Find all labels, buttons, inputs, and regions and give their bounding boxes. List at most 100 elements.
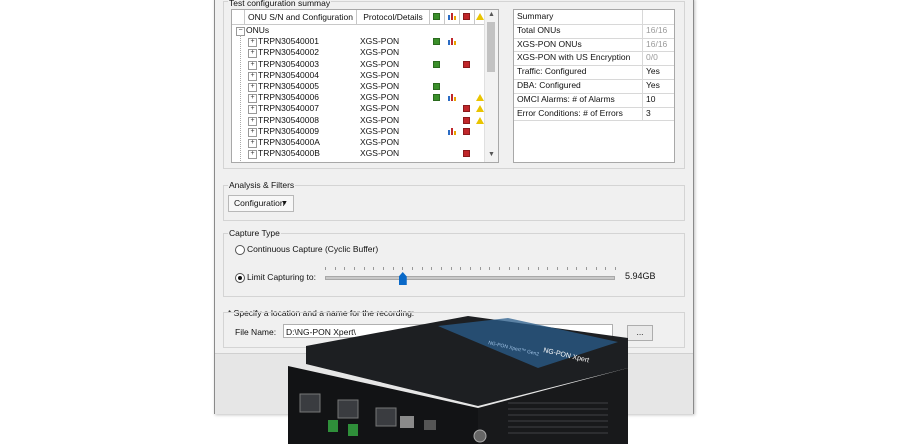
- table-row[interactable]: + TRPN30540007 XGS-PON: [232, 103, 484, 115]
- alarm-icon: [463, 150, 470, 158]
- browse-button[interactable]: ...: [627, 325, 653, 341]
- config-ok-icon: [433, 94, 440, 102]
- table-row[interactable]: + TRPN3054000B XGS-PON: [232, 148, 482, 160]
- analysis-dropdown[interactable]: Configuration ▼: [228, 195, 294, 212]
- onu-protocol: XGS-PON: [360, 36, 400, 47]
- table-row[interactable]: + TRPN30540006 XGS-PON: [232, 92, 484, 104]
- onu-protocol: XGS-PON: [360, 69, 400, 80]
- summary-row: Traffic: Configured Yes: [514, 65, 674, 80]
- table-row[interactable]: + TRPN30540009 XGS-PON: [232, 126, 482, 137]
- config-ok-icon: [433, 60, 440, 68]
- scrollbar-thumb[interactable]: [487, 22, 495, 72]
- col-header-onu[interactable]: ONU S/N and Configuration: [245, 10, 357, 25]
- col-header-protocol[interactable]: Protocol/Details: [357, 10, 430, 25]
- limit-capture-radio[interactable]: [235, 273, 245, 283]
- traffic-icon: [448, 127, 456, 135]
- col-header-alarm-icon[interactable]: [460, 10, 475, 25]
- expand-icon[interactable]: +: [248, 83, 257, 92]
- expand-icon[interactable]: +: [248, 116, 257, 126]
- summary-row: Total ONUs 16/16: [514, 23, 674, 39]
- summary-key: XGS-PON with US Encryption: [517, 52, 631, 63]
- onu-serial: TRPN30540005: [258, 81, 319, 91]
- onu-serial: TRPN30540004: [258, 69, 319, 80]
- config-group-title: Test configuration summay: [228, 0, 332, 8]
- table-scrollbar[interactable]: ▲ ▼: [484, 10, 498, 162]
- config-ok-icon: [433, 38, 440, 46]
- summary-row: XGS-PON ONUs 16/16: [514, 37, 674, 53]
- expand-icon[interactable]: +: [248, 60, 257, 70]
- sfp-port-1: [299, 393, 321, 413]
- table-row[interactable]: + TRPN30540004 XGS-PON: [232, 70, 482, 81]
- limit-capture-label[interactable]: Limit Capturing to:: [247, 272, 316, 282]
- scroll-up-icon[interactable]: ▲: [488, 11, 495, 18]
- summary-value: 16/16: [642, 37, 674, 52]
- table-row[interactable]: + TRPN30540005 XGS-PON: [232, 81, 482, 92]
- expand-icon[interactable]: +: [248, 49, 257, 59]
- alarm-icon: [463, 105, 470, 113]
- summary-value: 0/0: [642, 51, 674, 66]
- onu-protocol: XGS-PON: [360, 81, 400, 91]
- expand-icon[interactable]: +: [248, 94, 257, 104]
- summary-value: Yes: [642, 79, 674, 93]
- onu-protocol: XGS-PON: [360, 103, 400, 114]
- onu-protocol: XGS-PON: [360, 114, 400, 125]
- scroll-down-icon[interactable]: ▼: [488, 151, 495, 158]
- usb-port: [424, 420, 436, 430]
- summary-key: Total ONUs: [517, 24, 561, 35]
- col-header-traffic-icon[interactable]: [445, 10, 460, 25]
- summary-key: Error Conditions: # of Errors: [517, 107, 623, 118]
- optical-connector-2: [348, 424, 358, 436]
- expand-icon[interactable]: +: [248, 139, 257, 148]
- config-icon: [433, 13, 440, 20]
- summary-table: Summary Total ONUs 16/16 XGS-PON ONUs 16/16…: [513, 9, 675, 163]
- table-row[interactable]: + TRPN3054000A XGS-PON: [232, 137, 482, 148]
- onu-protocol: XGS-PON: [360, 125, 400, 136]
- onu-serial: TRPN30540001: [258, 36, 319, 47]
- col-header-config-icon[interactable]: [430, 10, 445, 25]
- slider-ticks: [325, 267, 616, 270]
- summary-row: XGS-PON with US Encryption 0/0: [514, 51, 674, 67]
- table-row[interactable]: + TRPN30540001 XGS-PON: [232, 36, 482, 48]
- expand-icon[interactable]: +: [248, 105, 257, 115]
- capture-size-slider[interactable]: [325, 276, 615, 280]
- analysis-dropdown-value: Configuration: [234, 198, 285, 208]
- expand-icon[interactable]: +: [248, 127, 257, 137]
- capture-size-value: 5.94GB: [625, 271, 656, 281]
- capture-group-title: Capture Type: [228, 228, 281, 238]
- tree-root-label[interactable]: ONUs: [246, 25, 269, 36]
- ethernet-port: [400, 416, 414, 428]
- table-row[interactable]: + TRPN30540003 XGS-PON: [232, 59, 482, 70]
- sfp-port-2: [337, 399, 359, 419]
- summary-row: Error Conditions: # of Errors 3: [514, 106, 674, 122]
- table-row[interactable]: + TRPN30540008 XGS-PON: [232, 114, 484, 126]
- alarm-icon: [463, 13, 470, 20]
- onu-serial: TRPN30540006: [258, 92, 319, 103]
- onu-table[interactable]: ONU S/N and Configuration Protocol/Detai…: [231, 9, 499, 163]
- continuous-capture-radio[interactable]: [235, 245, 245, 255]
- alarm-icon: [463, 116, 470, 124]
- summary-value: 16/16: [642, 23, 674, 38]
- file-name-label: File Name:: [235, 327, 277, 337]
- onu-serial: TRPN30540007: [258, 103, 319, 114]
- summary-header: Summary: [514, 10, 674, 25]
- summary-row: DBA: Configured Yes: [514, 79, 674, 94]
- onu-serial: TRPN30540002: [258, 47, 319, 58]
- expand-icon[interactable]: +: [248, 71, 257, 81]
- onu-serial: TRPN30540008: [258, 114, 319, 125]
- traffic-icon: [448, 38, 456, 46]
- optical-connector-1: [328, 420, 338, 432]
- sfp-port-3: [375, 407, 397, 427]
- power-button: [473, 429, 487, 443]
- expand-icon[interactable]: +: [248, 150, 257, 160]
- device-photo: NG-PON Xpert NG-PON Xpert™ Gen2: [288, 316, 628, 444]
- table-row[interactable]: + TRPN30540002 XGS-PON: [232, 47, 482, 59]
- summary-key: Traffic: Configured: [517, 66, 587, 77]
- warning-icon: [476, 94, 484, 102]
- analysis-group-title: Analysis & Filters: [228, 180, 296, 190]
- continuous-capture-label[interactable]: Continuous Capture (Cyclic Buffer): [247, 244, 378, 254]
- traffic-icon: [448, 94, 456, 102]
- expand-icon[interactable]: +: [248, 38, 257, 48]
- summary-value: 10: [642, 92, 674, 107]
- summary-value: Yes: [642, 65, 674, 79]
- onu-serial: TRPN3054000B: [258, 148, 320, 159]
